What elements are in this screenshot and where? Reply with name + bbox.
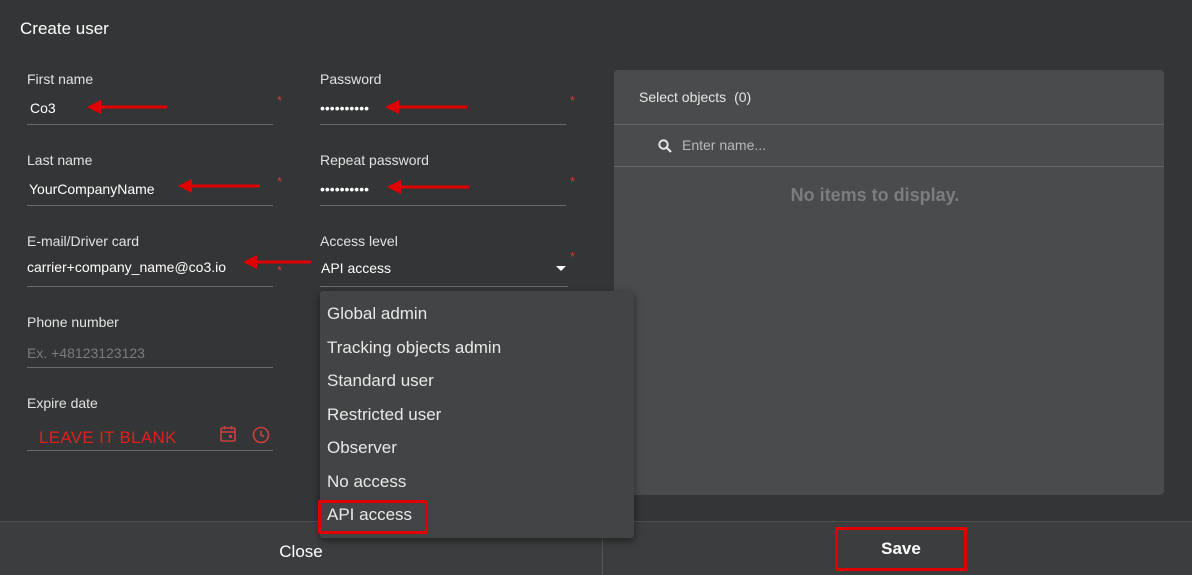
dialog-title: Create user [20,19,109,38]
select-objects-count: (0) [734,89,752,105]
access-level-underline [320,286,568,287]
select-objects-panel: Select objects (0) No items to display. [614,70,1164,495]
access-level-select[interactable]: API access [321,260,391,276]
email-input[interactable]: carrier+company_name@co3.io [27,259,226,275]
object-search-input[interactable] [682,132,982,158]
access-option[interactable]: Observer [327,433,397,463]
password-underline [320,124,566,125]
arrow-annotation-icon [87,100,167,114]
leave-blank-annotation: LEAVE IT BLANK [39,428,177,447]
chevron-down-icon[interactable] [556,266,566,271]
email-label: E-mail/Driver card [27,233,140,249]
phone-underline [27,367,273,368]
access-option[interactable]: No access [327,467,406,497]
arrow-annotation-icon [243,255,311,269]
access-option[interactable]: Restricted user [327,400,441,430]
access-level-dropdown: Global admin Tracking objects admin Standa… [318,291,634,538]
access-level-label: Access level [320,233,398,249]
api-access-highlight [318,500,428,534]
first-name-underline [27,124,273,125]
access-option[interactable]: Global admin [327,299,427,329]
required-mark: * [277,174,283,189]
access-option[interactable]: Tracking objects admin [327,333,501,363]
required-mark: * [570,93,576,108]
empty-list-message: No items to display. [790,185,960,205]
arrow-annotation-icon [178,179,260,193]
required-mark: * [570,249,576,264]
save-button[interactable]: Save [835,527,967,571]
select-objects-title: Select objects [639,89,727,105]
calendar-icon[interactable] [219,425,237,443]
email-underline [27,286,273,287]
expire-date-underline [27,450,273,451]
phone-label: Phone number [27,314,119,330]
first-name-label: First name [27,71,94,87]
repeat-password-underline [320,205,566,206]
password-input[interactable]: •••••••••• [320,100,369,116]
expire-date-label: Expire date [27,395,98,411]
required-mark: * [570,174,576,189]
last-name-underline [27,205,273,206]
panel-divider [614,166,1164,167]
repeat-password-input[interactable]: •••••••••• [320,181,369,197]
password-label: Password [320,71,382,87]
arrow-annotation-icon [385,100,467,114]
last-name-input[interactable]: YourCompanyName [29,181,155,197]
access-option[interactable]: Standard user [327,366,434,396]
panel-divider [614,124,1164,125]
last-name-label: Last name [27,152,93,168]
phone-input[interactable]: Ex. +48123123123 [27,345,145,361]
arrow-annotation-icon [387,180,469,194]
select-objects-header: Select objects (0) [639,89,751,105]
search-icon [658,139,672,153]
required-mark: * [277,93,283,108]
clock-icon[interactable] [252,426,270,444]
first-name-input[interactable]: Co3 [30,100,56,116]
repeat-password-label: Repeat password [320,152,429,168]
